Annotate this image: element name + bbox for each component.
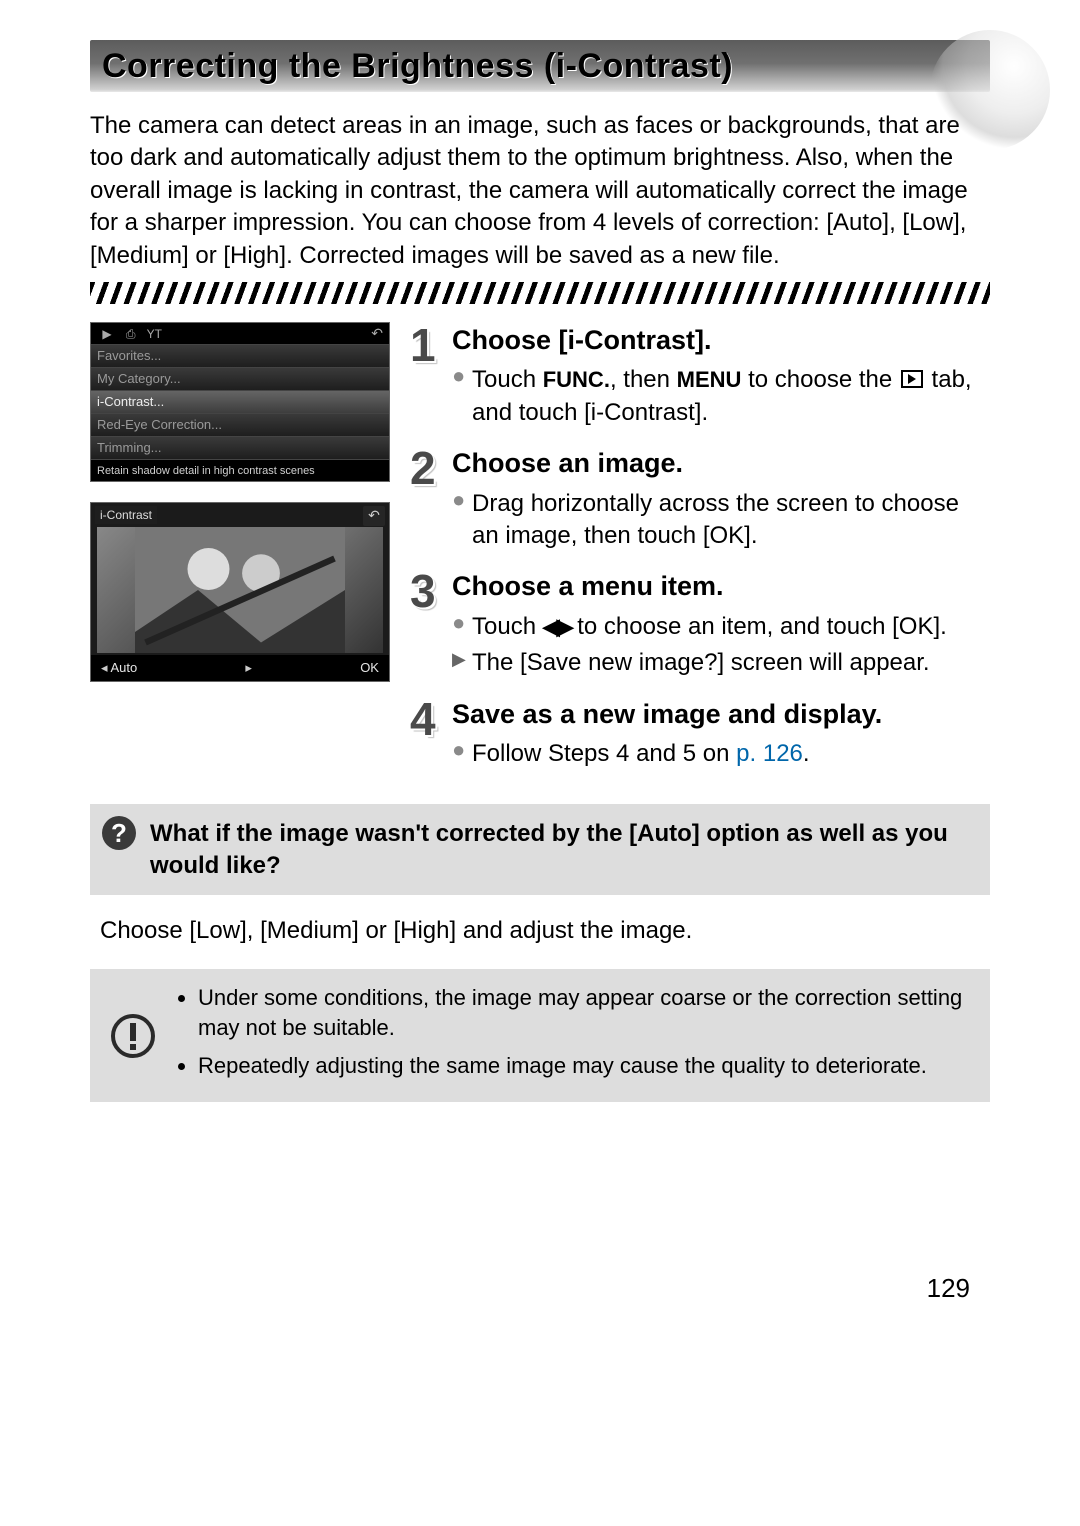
page-title: Correcting the Brightness (i-Contrast) [102, 44, 733, 90]
screenshot-menu-row: Favorites... [91, 344, 389, 367]
question-mark-icon: ? [102, 816, 136, 850]
back-icon: ↶ [371, 324, 383, 343]
screenshot-ok-label: OK [360, 659, 379, 677]
screenshot-mode-label: i-Contrast [95, 506, 157, 524]
screenshot-menu-row: My Category... [91, 367, 389, 390]
play-tab-icon: ▶ [97, 326, 117, 342]
step-bullet: ●Touch ◀▶ to choose an item, and touch [… [452, 611, 990, 643]
screenshot-tab-icons: ▶ ⎙ YT [97, 325, 164, 343]
page-number: 129 [927, 1271, 970, 1306]
step-title: Choose a menu item. [452, 568, 990, 604]
print-tab-icon: ⎙ [121, 326, 141, 342]
step-title: Save as a new image and display. [452, 696, 990, 732]
bullet-text: Touch ◀▶ to choose an item, and touch [O… [472, 611, 990, 643]
bullet-text: The [Save new image?] screen will appear… [472, 647, 990, 679]
page-reference-link[interactable]: p. 126 [736, 740, 803, 767]
tools-tab-icon: YT [144, 326, 164, 342]
screenshot-menu-row: i-Contrast... [91, 390, 389, 413]
answer-text: Choose [Low], [Medium] or [High] and adj… [100, 915, 980, 947]
step-bullet: ●Follow Steps 4 and 5 on p. 126. [452, 738, 990, 770]
round-bullet-icon: ● [452, 488, 472, 553]
question-text: What if the image wasn't corrected by th… [150, 820, 948, 878]
left-right-arrows-icon: ◀▶ [543, 614, 571, 639]
playback-tab-icon [901, 370, 923, 388]
bullet-text: Drag horizontally across the screen to c… [472, 488, 990, 553]
step: 1Choose [i-Contrast]. ●Touch FUNC., then … [410, 322, 990, 433]
question-callout: ? What if the image wasn't corrected by … [90, 804, 990, 894]
step: 3Choose a menu item. ●Touch ◀▶ to choose … [410, 568, 990, 683]
caution-icon [110, 1013, 156, 1059]
step-body: Choose [i-Contrast]. ●Touch FUNC., then M… [452, 322, 990, 433]
separator-hatching [90, 282, 990, 304]
screenshot-photo [97, 527, 383, 653]
step-bullet: ●Drag horizontally across the screen to … [452, 488, 990, 553]
left-arrow-icon: ◂ [101, 660, 108, 675]
screenshot-tab-bar: ▶ ⎙ YT ↶ [91, 323, 389, 344]
intro-paragraph: The camera can detect areas in an image,… [90, 110, 990, 272]
step-number: 2 [410, 445, 446, 491]
step: 4Save as a new image and display. ●Follow… [410, 696, 990, 775]
warning-callout: Under some conditions, the image may app… [90, 969, 990, 1102]
round-bullet-icon: ● [452, 611, 472, 643]
screenshot-setting-value: ◂ Auto [101, 659, 137, 677]
step: 2Choose an image. ●Drag horizontally acro… [410, 445, 990, 556]
screenshot-column: ▶ ⎙ YT ↶ Favorites...My Category...i-Con… [90, 322, 390, 786]
triangle-bullet-icon: ▶ [452, 647, 472, 679]
warning-item: Repeatedly adjusting the same image may … [198, 1051, 972, 1081]
step-title: Choose an image. [452, 445, 990, 481]
round-bullet-icon: ● [452, 364, 472, 429]
main-section: ▶ ⎙ YT ↶ Favorites...My Category...i-Con… [90, 322, 990, 786]
screenshot-menu-list: ▶ ⎙ YT ↶ Favorites...My Category...i-Con… [90, 322, 390, 482]
right-arrow-icon: ▸ [245, 659, 252, 677]
step-number: 1 [410, 322, 446, 368]
step-title: Choose [i-Contrast]. [452, 322, 990, 358]
page-title-bar: Correcting the Brightness (i-Contrast) [90, 40, 990, 92]
func-button-label: FUNC. [543, 367, 610, 392]
screenshot-menu-row: Red-Eye Correction... [91, 413, 389, 436]
screenshot-bottom-bar: ◂ Auto ▸ OK [91, 655, 389, 681]
step-bullet: ●Touch FUNC., then MENU to choose the ta… [452, 364, 990, 429]
screenshot-menu-row: Trimming... [91, 436, 389, 459]
screenshot-image-preview: i-Contrast ↶ ◂ Auto ▸ OK [90, 502, 390, 682]
menu-button-label: MENU [677, 367, 742, 392]
step-bullet: ▶The [Save new image?] screen will appea… [452, 647, 990, 679]
warning-item: Under some conditions, the image may app… [198, 983, 972, 1042]
step-body: Choose a menu item. ●Touch ◀▶ to choose a… [452, 568, 990, 683]
round-bullet-icon: ● [452, 738, 472, 770]
step-body: Choose an image. ●Drag horizontally acros… [452, 445, 990, 556]
step-number: 3 [410, 568, 446, 614]
step-body: Save as a new image and display. ●Follow … [452, 696, 990, 775]
screenshot-footer-hint: Retain shadow detail in high contrast sc… [91, 459, 389, 481]
bullet-text: Follow Steps 4 and 5 on p. 126. [472, 738, 990, 770]
bullet-text: Touch FUNC., then MENU to choose the tab… [472, 364, 990, 429]
steps-column: 1Choose [i-Contrast].●Touch FUNC., then … [410, 322, 990, 786]
step-number: 4 [410, 696, 446, 742]
screenshot-back-icon: ↶ [363, 506, 385, 526]
